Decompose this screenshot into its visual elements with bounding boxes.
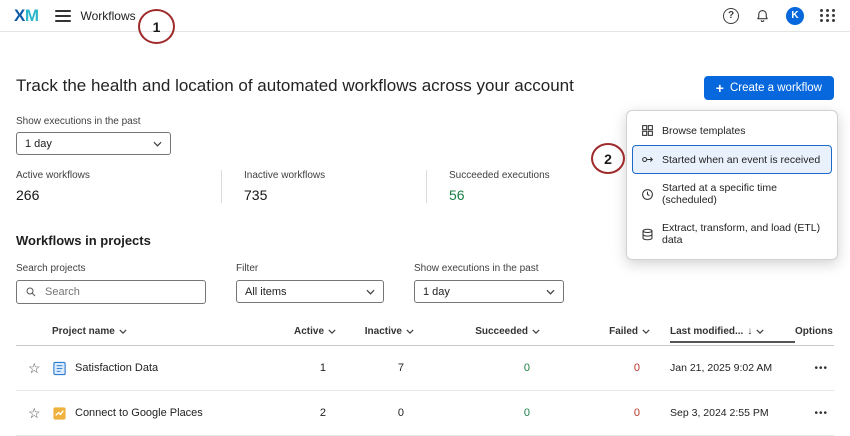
executions-period-select[interactable]: 1 day (16, 132, 171, 155)
chevron-down-icon (366, 289, 375, 295)
apps-grid-icon[interactable] (820, 9, 836, 22)
table-executions-value: 1 day (423, 286, 450, 298)
column-header-succeeded[interactable]: Succeeded (434, 326, 560, 337)
templates-grid-icon (641, 124, 654, 137)
project-name: Connect to Google Places (75, 407, 203, 419)
projects-table: Project name Active Inactive Succeeded F… (16, 320, 834, 436)
chevron-down-icon (406, 329, 414, 334)
menu-item-label: Browse templates (662, 125, 745, 137)
notifications-bell-icon[interactable] (755, 8, 770, 23)
column-header-inactive[interactable]: Inactive (356, 326, 434, 337)
user-avatar[interactable]: K (786, 7, 804, 25)
chevron-down-icon (756, 329, 764, 334)
chevron-down-icon (532, 329, 540, 334)
row-options-button[interactable]: ••• (795, 408, 834, 419)
favorite-star-icon[interactable]: ☆ (16, 360, 52, 377)
failed-count: 0 (560, 362, 670, 374)
menu-item-event-received[interactable]: Started when an event is received (632, 145, 832, 174)
chevron-down-icon (546, 289, 555, 295)
project-name-cell[interactable]: Satisfaction Data (52, 361, 264, 376)
last-modified: Jan 21, 2025 9:02 AM (670, 362, 795, 374)
stat-succeeded-executions: Succeeded executions 56 (426, 170, 631, 203)
row-options-button[interactable]: ••• (795, 363, 834, 374)
menu-item-etl-data[interactable]: Extract, transform, and load (ETL) data (632, 214, 832, 254)
topbar: XM Workflows ? K (0, 0, 850, 32)
sort-descending-icon: ↓ (747, 326, 752, 337)
table-executions-label: Show executions in the past (414, 263, 564, 274)
menu-item-browse-templates[interactable]: Browse templates (632, 116, 832, 145)
hamburger-menu-icon[interactable] (55, 10, 71, 22)
stat-value: 735 (244, 187, 426, 203)
chevron-down-icon (642, 329, 650, 334)
help-icon[interactable]: ? (723, 8, 739, 24)
clock-icon (641, 188, 654, 201)
plus-icon: + (716, 83, 724, 94)
topbar-title: Workflows (81, 9, 136, 23)
table-row[interactable]: ☆ Connect to Google Places 2 0 0 0 Sep 3… (16, 391, 834, 436)
logo-m: M (25, 6, 39, 25)
search-projects-input[interactable] (43, 285, 197, 299)
search-projects-label: Search projects (16, 263, 206, 274)
inactive-count: 0 (356, 407, 434, 419)
menu-item-scheduled[interactable]: Started at a specific time (scheduled) (632, 174, 832, 214)
executions-period-value: 1 day (25, 138, 52, 150)
project-name-cell[interactable]: Connect to Google Places (52, 406, 264, 421)
chevron-down-icon (328, 329, 336, 334)
create-workflow-button[interactable]: + Create a workflow (704, 76, 834, 100)
table-executions-select[interactable]: 1 day (414, 280, 564, 303)
create-workflow-menu: Browse templates Started when an event i… (626, 110, 838, 260)
logo-x: X (14, 6, 25, 25)
last-modified: Sep 3, 2024 2:55 PM (670, 407, 795, 419)
stat-label: Active workflows (16, 170, 221, 181)
failed-count: 0 (560, 407, 670, 419)
filter-label: Filter (236, 263, 384, 274)
filter-select[interactable]: All items (236, 280, 384, 303)
active-count: 2 (264, 407, 356, 419)
chevron-down-icon (119, 329, 127, 334)
stat-active-workflows: Active workflows 266 (16, 170, 221, 203)
annotation-step-1: 1 (138, 9, 175, 44)
inactive-count: 7 (356, 362, 434, 374)
database-icon (641, 228, 654, 241)
topbar-actions: ? K (723, 7, 836, 25)
column-header-last-modified[interactable]: Last modified... ↓ (670, 326, 795, 343)
annotation-step-2: 2 (591, 143, 625, 174)
column-header-options: Options (795, 326, 837, 337)
page-title: Track the health and location of automat… (16, 76, 574, 96)
stat-value: 266 (16, 187, 221, 203)
xm-logo[interactable]: XM (14, 6, 39, 26)
active-count: 1 (264, 362, 356, 374)
search-icon (25, 286, 37, 298)
column-header-project-name[interactable]: Project name (52, 326, 264, 337)
menu-item-label: Started at a specific time (scheduled) (662, 182, 823, 206)
menu-item-label: Started when an event is received (662, 154, 820, 166)
event-icon (641, 153, 654, 166)
favorite-star-icon[interactable]: ☆ (16, 405, 52, 422)
column-header-failed[interactable]: Failed (560, 326, 670, 337)
stat-inactive-workflows: Inactive workflows 735 (221, 170, 426, 203)
create-workflow-label: Create a workflow (730, 82, 822, 94)
succeeded-count: 0 (434, 362, 560, 374)
search-box (16, 280, 206, 304)
imported-data-project-icon (52, 406, 67, 421)
stat-value: 56 (449, 187, 631, 203)
menu-item-label: Extract, transform, and load (ETL) data (662, 222, 823, 246)
column-header-active[interactable]: Active (264, 326, 356, 337)
stat-label: Inactive workflows (244, 170, 426, 181)
survey-project-icon (52, 361, 67, 376)
chevron-down-icon (153, 141, 162, 147)
table-row[interactable]: ☆ Satisfaction Data 1 7 0 0 Jan 21, 2025… (16, 346, 834, 391)
succeeded-count: 0 (434, 407, 560, 419)
table-header-row: Project name Active Inactive Succeeded F… (16, 320, 834, 346)
project-name: Satisfaction Data (75, 362, 158, 374)
filter-value: All items (245, 286, 287, 298)
